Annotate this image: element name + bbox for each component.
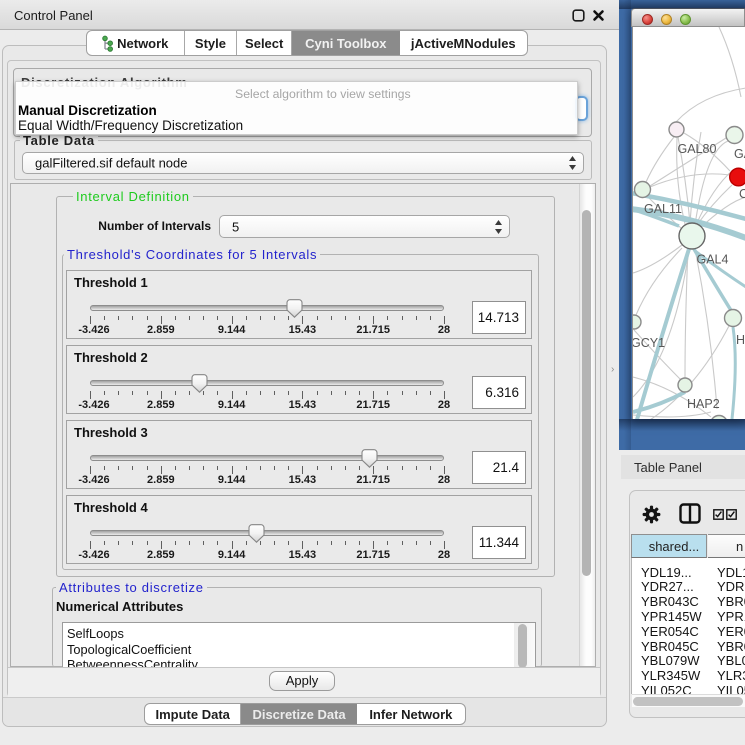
svg-text:GAL80: GAL80 xyxy=(678,142,717,156)
svg-text:GCY1: GCY1 xyxy=(633,336,665,350)
svg-text:GAL11: GAL11 xyxy=(644,202,682,216)
svg-text:GAL4: GAL4 xyxy=(697,253,729,267)
svg-text:HAP2: HAP2 xyxy=(687,397,720,411)
svg-text:GA: GA xyxy=(734,147,745,161)
svg-text:H: H xyxy=(736,333,745,347)
svg-text:C: C xyxy=(739,187,745,201)
